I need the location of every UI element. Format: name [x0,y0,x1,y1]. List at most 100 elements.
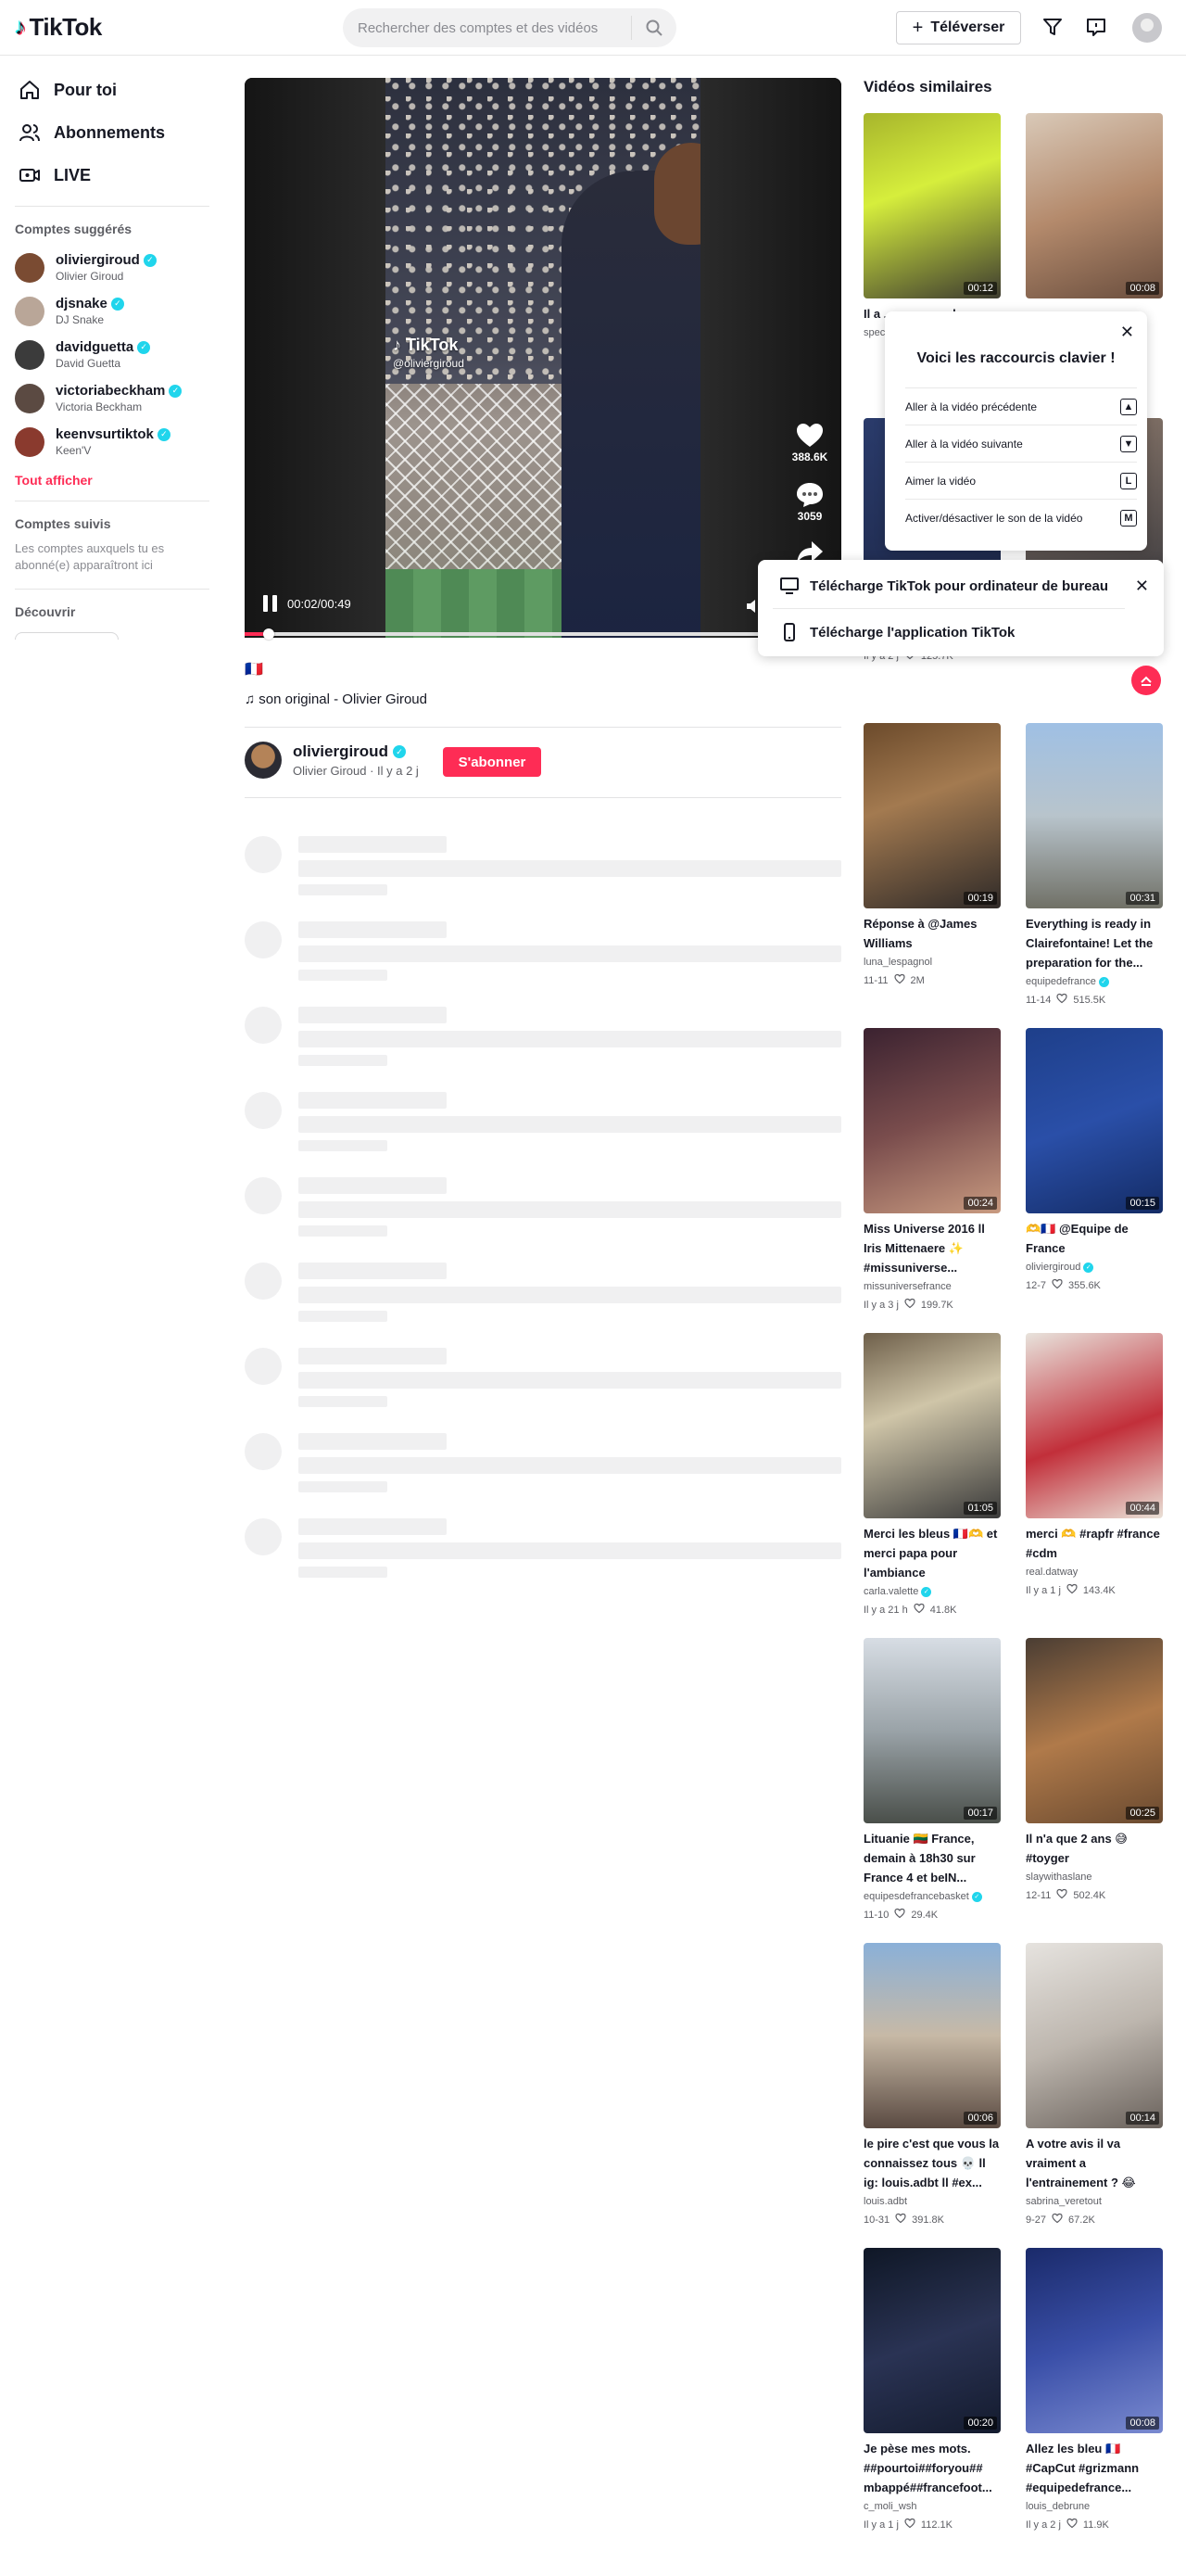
pause-icon[interactable] [263,595,278,612]
account-username: djsnake [56,296,107,311]
video-author-row[interactable]: carla.valette ✓ [864,1586,1001,1597]
video-caption[interactable]: Réponse à @James Williams [864,914,1001,953]
video-author-row[interactable]: missuniversefrance [864,1281,1001,1292]
video-caption[interactable]: Merci les bleus 🇫🇷🫶 et merci papa pour l… [864,1524,1001,1582]
nav-following[interactable]: Abonnements [0,111,222,154]
video-author-row[interactable]: louis.adbt [864,2196,1001,2207]
video-caption[interactable]: Il n'a que 2 ans 😅 #toyger [1026,1829,1163,1868]
tiktok-logo[interactable]: ♪ TikTok [15,13,102,42]
related-video-card[interactable]: 00:06 le pire c'est que vous la connaisse… [864,1943,1001,2227]
messages-icon[interactable] [1083,14,1109,40]
video-thumbnail[interactable]: 00:17 [864,1638,1001,1823]
suggested-account[interactable]: djsnake ✓ DJ Snake [0,289,222,333]
suggested-account[interactable]: victoriabeckham ✓ Victoria Beckham [0,376,222,420]
music-link[interactable]: ♫ son original - Olivier Giroud [245,692,427,707]
video-caption[interactable]: A votre avis il va vraiment a l'entraine… [1026,2134,1163,2192]
download-app-link[interactable]: Télécharge l'application TikTok [780,615,1015,649]
video-stats: Il y a 1 j 143.4K [1026,1583,1163,1597]
video-stats: 11-14 515.5K [1026,993,1163,1007]
video-author-row[interactable]: louis_debrune [1026,2501,1163,2512]
video-author-row[interactable]: oliviergiroud ✓ [1026,1262,1163,1273]
nav-for-you[interactable]: Pour toi [0,69,222,111]
related-video-card[interactable]: 00:44 merci 🫶 #rapfr #france #cdm real.dat… [1026,1333,1163,1597]
video-thumbnail[interactable]: 00:31 [1026,723,1163,908]
video-likes: 355.6K [1068,1279,1101,1291]
video-thumbnail[interactable]: 00:15 [1026,1028,1163,1213]
account-username: victoriabeckham [56,383,166,399]
discover-tag-pill[interactable] [15,632,119,640]
search-input[interactable] [343,19,631,36]
search-button[interactable] [632,8,676,47]
video-caption[interactable]: Everything is ready in Clairefontaine! L… [1026,914,1163,972]
comment-skeleton [245,1518,841,1593]
video-date: 12-7 [1026,1279,1047,1291]
nav-live[interactable]: LIVE [0,154,222,197]
close-icon[interactable]: ✕ [1135,577,1149,596]
close-icon[interactable]: ✕ [1120,323,1134,342]
video-thumbnail[interactable]: 00:19 [864,723,1001,908]
skeleton-line [298,1116,841,1133]
video-caption[interactable]: Allez les bleu 🇫🇷 #CapCut #grizmann #equ… [1026,2439,1163,2497]
video-thumbnail[interactable]: 00:08 [1026,113,1163,298]
related-video-card[interactable]: 00:25 Il n'a que 2 ans 😅 #toyger slaywitha… [1026,1638,1163,1902]
related-video-card[interactable]: 00:24 Miss Universe 2016 ll Iris Mittenae… [864,1028,1001,1312]
video-progress-bar[interactable] [245,628,841,640]
account-display-name: DJ Snake [56,313,105,326]
like-button[interactable]: 388.6K [784,423,836,463]
video-author-row[interactable]: sabrina_veretout [1026,2196,1163,2207]
upload-button[interactable]: + Téléverser [896,11,1021,44]
video-duration: 00:12 [964,282,997,295]
video-author-row[interactable]: luna_lespagnol [864,957,1001,968]
video-caption[interactable]: Je pèse mes mots. ##pourtoi##foryou## mb… [864,2439,1001,2497]
skeleton-line [298,970,387,981]
video-caption[interactable]: 🫶🇫🇷 @Equipe de France [1026,1219,1163,1258]
video-author-row[interactable]: equipedefrance ✓ [1026,976,1163,987]
comment-button[interactable]: 3059 [784,482,836,523]
related-video-card[interactable]: 00:17 Lituanie 🇱🇹 France, demain à 18h30 … [864,1638,1001,1922]
video-player[interactable]: ♪ TikTok @oliviergiroud 388.6K 3059 00:0… [245,78,841,638]
video-author-row[interactable]: c_moli_wsh [864,2501,1001,2512]
related-video-card[interactable]: 00:19 Réponse à @James Williams luna_lespa… [864,723,1001,987]
related-video-card[interactable]: 00:15 🫶🇫🇷 @Equipe de France oliviergiroud ✓… [1026,1028,1163,1292]
video-thumbnail[interactable]: 00:06 [864,1943,1001,2128]
video-thumbnail[interactable]: 00:14 [1026,1943,1163,2128]
suggested-account[interactable]: davidguetta ✓ David Guetta [0,333,222,376]
video-author-row[interactable]: slaywithaslane [1026,1872,1163,1883]
progress-knob[interactable] [262,628,274,640]
download-desktop-link[interactable]: Télécharge TikTok pour ordinateur de bur… [780,569,1108,603]
video-caption[interactable]: Miss Universe 2016 ll Iris Mittenaere ✨ … [864,1219,1001,1277]
video-caption[interactable]: merci 🫶 #rapfr #france #cdm [1026,1524,1163,1563]
skeleton-line [298,1225,387,1237]
suggested-account[interactable]: oliviergiroud ✓ Olivier Giroud [0,246,222,289]
video-author: equipedefrance [1026,976,1096,987]
video-thumbnail[interactable]: 00:12 [864,113,1001,298]
video-thumbnail[interactable]: 00:24 [864,1028,1001,1213]
related-video-card[interactable]: 01:05 Merci les bleus 🇫🇷🫶 et merci papa p… [864,1333,1001,1617]
see-all-link[interactable]: Tout afficher [0,463,222,488]
video-thumbnail[interactable]: 00:20 [864,2248,1001,2433]
video-thumbnail[interactable]: 00:44 [1026,1333,1163,1518]
related-video-card[interactable]: 00:14 A votre avis il va vraiment a l'ent… [1026,1943,1163,2227]
video-author: luna_lespagnol [864,957,933,968]
related-video-card[interactable]: 00:31 Everything is ready in Clairefontai… [1026,723,1163,1007]
video-author-row[interactable]: equipesdefrancebasket ✓ [864,1891,1001,1902]
video-thumbnail[interactable]: 01:05 [864,1333,1001,1518]
suggested-account[interactable]: keenvsurtiktok ✓ Keen'V [0,420,222,463]
video-author-row[interactable]: real.datway [1026,1567,1163,1578]
creator-avatar[interactable] [245,742,282,779]
video-caption[interactable]: le pire c'est que vous la connaissez tou… [864,2134,1001,2192]
scroll-to-top-button[interactable] [1131,666,1161,695]
video-caption[interactable]: Lituanie 🇱🇹 France, demain à 18h30 sur F… [864,1829,1001,1887]
profile-avatar[interactable] [1132,13,1162,43]
creator-username-row[interactable]: oliviergiroud ✓ [293,742,419,761]
related-video-card[interactable]: 00:08 [1026,113,1163,298]
follow-button[interactable]: S'abonner [443,747,541,777]
skeleton-line [298,1263,447,1279]
related-video-card[interactable]: 00:20 Je pèse mes mots. ##pourtoi##foryou… [864,2248,1001,2532]
video-thumbnail[interactable]: 00:25 [1026,1638,1163,1823]
video-thumbnail[interactable]: 00:08 [1026,2248,1163,2433]
inbox-filter-icon[interactable] [1040,14,1066,40]
heart-outline-icon [895,2213,906,2227]
related-video-card[interactable]: 00:12Il a ... une ... mal ...spec... [864,113,1001,338]
related-video-card[interactable]: 00:08 Allez les bleu 🇫🇷 #CapCut #grizmann… [1026,2248,1163,2532]
